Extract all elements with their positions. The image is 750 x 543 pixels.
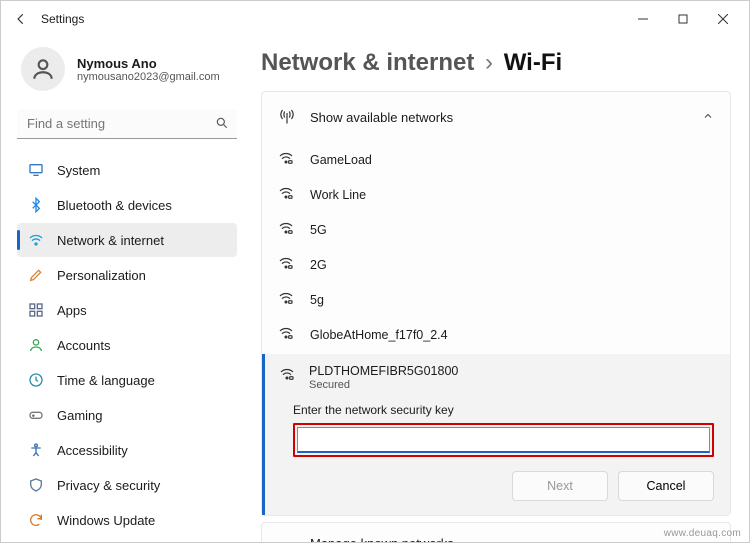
network-item[interactable]: Work Line: [262, 177, 730, 212]
wifi-secure-icon: [278, 150, 296, 169]
network-item[interactable]: GlobeAtHome_f17f0_2.4: [262, 317, 730, 352]
sidebar: Nymous Ano nymousano2023@gmail.com Syste…: [1, 37, 249, 542]
update-icon: [27, 511, 45, 529]
network-ssid: 5g: [310, 293, 324, 307]
page-title: Wi-Fi: [504, 49, 562, 76]
selected-status: Secured: [309, 379, 458, 391]
network-item[interactable]: 5g: [262, 282, 730, 317]
apps-icon: [27, 301, 45, 319]
sidebar-item-system[interactable]: System: [17, 153, 237, 187]
monitor-icon: [27, 161, 45, 179]
back-button[interactable]: [7, 5, 35, 33]
sidebar-item-personalization[interactable]: Personalization: [17, 258, 237, 292]
cancel-button[interactable]: Cancel: [618, 471, 714, 501]
person-icon: [27, 336, 45, 354]
sidebar-item-label: Gaming: [57, 408, 103, 423]
available-networks-card: Show available networks GameLoad Work Li…: [261, 91, 731, 516]
sidebar-item-label: Network & internet: [57, 233, 164, 248]
available-networks-toggle[interactable]: Show available networks: [262, 92, 730, 142]
wifi-secure-icon: [278, 325, 296, 344]
profile-block[interactable]: Nymous Ano nymousano2023@gmail.com: [17, 43, 237, 105]
sidebar-item-label: Accessibility: [57, 443, 128, 458]
profile-name: Nymous Ano: [77, 56, 220, 71]
sidebar-item-label: Accounts: [57, 338, 110, 353]
sidebar-item-accounts[interactable]: Accounts: [17, 328, 237, 362]
wifi-secure-icon: [278, 255, 296, 274]
gaming-icon: [27, 406, 45, 424]
chevron-right-icon: ›: [485, 49, 493, 76]
network-item[interactable]: GameLoad: [262, 142, 730, 177]
profile-email: nymousano2023@gmail.com: [77, 71, 220, 83]
shield-icon: [27, 476, 45, 494]
wifi-icon: [27, 231, 45, 249]
selected-network-block: PLDTHOMEFIBR5G01800 Secured Enter the ne…: [262, 354, 730, 515]
breadcrumb-parent[interactable]: Network & internet: [261, 49, 474, 76]
paintbrush-icon: [27, 266, 45, 284]
sidebar-item-label: Privacy & security: [57, 478, 160, 493]
highlight-annotation: [293, 423, 714, 457]
sidebar-item-gaming[interactable]: Gaming: [17, 398, 237, 432]
sidebar-item-time-language[interactable]: Time & language: [17, 363, 237, 397]
sidebar-item-label: Bluetooth & devices: [57, 198, 172, 213]
main-content: Network & internet › Wi-Fi Show availabl…: [249, 37, 749, 542]
sidebar-item-windows-update[interactable]: Windows Update: [17, 503, 237, 537]
wifi-secure-icon: [278, 290, 296, 309]
sidebar-item-label: Apps: [57, 303, 87, 318]
network-ssid: GlobeAtHome_f17f0_2.4: [310, 328, 448, 342]
sidebar-item-label: System: [57, 163, 100, 178]
chevron-up-icon: [702, 110, 714, 125]
nav-list: System Bluetooth & devices Network & int…: [17, 153, 237, 537]
breadcrumb: Network & internet › Wi-Fi: [261, 49, 731, 77]
network-password-input[interactable]: [297, 427, 710, 453]
sidebar-item-privacy[interactable]: Privacy & security: [17, 468, 237, 502]
sidebar-item-label: Windows Update: [57, 513, 155, 528]
selected-ssid: PLDTHOMEFIBR5G01800: [309, 364, 458, 378]
sidebar-item-label: Time & language: [57, 373, 155, 388]
antenna-icon: [278, 107, 296, 128]
watermark: www.deuaq.com: [664, 528, 741, 539]
next-button[interactable]: Next: [512, 471, 608, 501]
password-prompt: Enter the network security key: [293, 403, 714, 417]
list-icon: [278, 540, 296, 543]
manage-known-networks-card[interactable]: Manage known networks Add, remove, and e…: [261, 522, 731, 542]
bluetooth-icon: [27, 196, 45, 214]
accessibility-icon: [27, 441, 45, 459]
wifi-secure-icon: [278, 185, 296, 204]
minimize-button[interactable]: [623, 5, 663, 33]
sidebar-item-accessibility[interactable]: Accessibility: [17, 433, 237, 467]
wifi-secure-icon: [278, 220, 296, 239]
sidebar-item-apps[interactable]: Apps: [17, 293, 237, 327]
close-button[interactable]: [703, 5, 743, 33]
sidebar-item-network[interactable]: Network & internet: [17, 223, 237, 257]
expander-title: Show available networks: [310, 110, 453, 125]
network-list: GameLoad Work Line 5G 2G 5g: [262, 142, 730, 515]
network-ssid: Work Line: [310, 188, 366, 202]
network-ssid: GameLoad: [310, 153, 372, 167]
network-ssid: 2G: [310, 258, 327, 272]
avatar: [21, 47, 65, 91]
network-item[interactable]: 2G: [262, 247, 730, 282]
wifi-secure-icon: [279, 366, 295, 391]
search-input[interactable]: [17, 109, 237, 139]
title-bar: Settings: [1, 1, 749, 37]
manage-title: Manage known networks: [310, 536, 465, 542]
network-item[interactable]: 5G: [262, 212, 730, 247]
globe-clock-icon: [27, 371, 45, 389]
search-icon: [215, 116, 229, 133]
network-ssid: 5G: [310, 223, 327, 237]
sidebar-item-label: Personalization: [57, 268, 146, 283]
window-title: Settings: [41, 12, 84, 26]
sidebar-item-bluetooth[interactable]: Bluetooth & devices: [17, 188, 237, 222]
maximize-button[interactable]: [663, 5, 703, 33]
